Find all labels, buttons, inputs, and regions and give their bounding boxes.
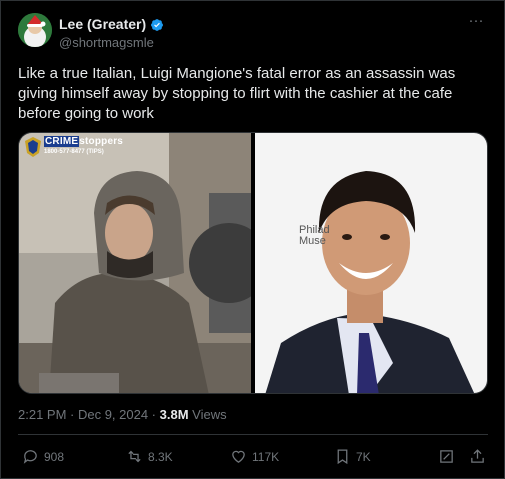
- bookmark-count: 7K: [356, 449, 371, 464]
- author-names: Lee (Greater) @shortmagsmle: [59, 16, 164, 51]
- bookmark-icon: [337, 449, 348, 465]
- police-badge-icon: [25, 137, 41, 157]
- right-photo[interactable]: [255, 133, 488, 394]
- more-dots-icon[interactable]: ···: [466, 13, 486, 31]
- edit-icon: [440, 450, 453, 463]
- edit-share-button[interactable]: [438, 448, 455, 465]
- reply-icon: [23, 450, 37, 464]
- like-button[interactable]: 117K: [230, 448, 279, 465]
- tweet-media[interactable]: CRIMEstoppers 1800-577-8477 (TIPS) Phila…: [18, 132, 488, 394]
- tweet-card: Lee (Greater) @shortmagsmle ··· Like a t…: [0, 0, 505, 479]
- share-icon: [471, 449, 484, 463]
- reply-button[interactable]: 908: [22, 448, 64, 465]
- repost-count: 8.3K: [148, 449, 173, 464]
- tweet-meta: 2:21 PM · Dec 9, 2024 · 3.8M Views: [18, 406, 227, 423]
- like-count: 117K: [252, 449, 280, 464]
- museum-sign-line2: Muse: [299, 235, 326, 247]
- views-count: 3.8M: [159, 407, 189, 422]
- bookmark-button[interactable]: 7K: [334, 448, 371, 465]
- views-label: Views: [188, 407, 227, 422]
- crimestoppers-word2: stoppers: [79, 136, 124, 147]
- museum-sign: Philad Muse: [299, 225, 330, 247]
- repost-button[interactable]: 8.3K: [126, 448, 173, 465]
- tweet-text: Like a true Italian, Luigi Mangione's fa…: [18, 65, 456, 122]
- media-photos: [19, 133, 488, 394]
- display-name[interactable]: Lee (Greater): [59, 16, 146, 33]
- reply-count: 908: [44, 449, 65, 464]
- timestamp[interactable]: 2:21 PM · Dec 9, 2024 ·: [18, 407, 160, 422]
- verified-badge-icon: [151, 18, 164, 31]
- action-bar: 908 8.3K 117K 7K: [18, 448, 488, 468]
- avatar[interactable]: [18, 13, 52, 47]
- handle[interactable]: @shortmagsmle: [59, 34, 164, 51]
- share-button[interactable]: [469, 448, 486, 465]
- crimestoppers-word: CRIME: [44, 136, 80, 147]
- heart-icon: [232, 450, 245, 463]
- repost-icon: [128, 450, 141, 463]
- left-photo[interactable]: [19, 133, 269, 394]
- tweet-header: Lee (Greater) @shortmagsmle ···: [18, 13, 490, 53]
- divider: [18, 434, 488, 435]
- crimestoppers-phone: 1800-577-8477 (TIPS): [44, 149, 104, 155]
- crimestoppers-logo: CRIMEstoppers 1800-577-8477 (TIPS): [25, 136, 124, 157]
